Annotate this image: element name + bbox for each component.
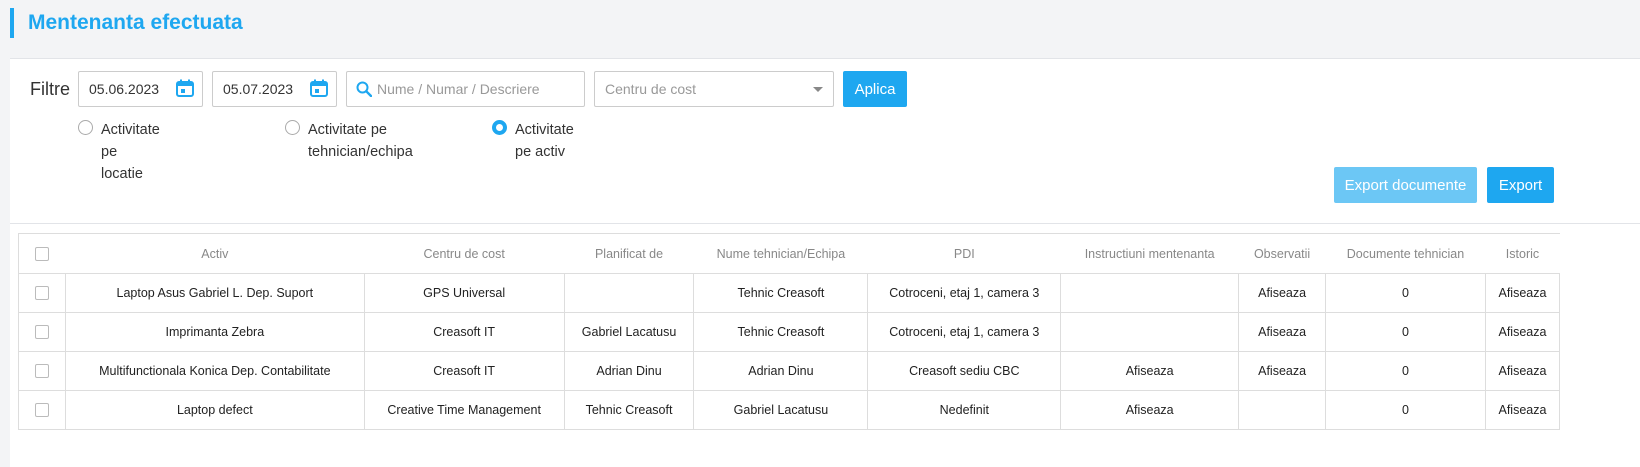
- filters-label: Filtre: [30, 79, 70, 99]
- pdi-cell: Cotroceni, etaj 1, camera 3: [867, 312, 1062, 352]
- instructions-link[interactable]: Afiseaza: [1060, 390, 1240, 430]
- cost-center-cell: GPS Universal: [363, 273, 565, 313]
- radio-label-line2: tehnician/echipa: [308, 144, 413, 160]
- table-header-row: Activ Centru de cost Planificat de Nume …: [18, 233, 1560, 274]
- technician-cell: Tehnic Creasoft: [693, 273, 869, 313]
- row-checkbox[interactable]: [34, 325, 49, 340]
- search-icon: [356, 81, 372, 97]
- history-link[interactable]: Afiseaza: [1484, 390, 1561, 430]
- instructions-link[interactable]: [1060, 273, 1240, 313]
- maintenance-table: Activ Centru de cost Planificat de Nume …: [18, 233, 1561, 430]
- radio-label: Activitate pe activ: [515, 122, 574, 160]
- export-button[interactable]: Export: [1487, 167, 1554, 203]
- column-header[interactable]: Observatii: [1238, 233, 1326, 274]
- pdi-cell: Cotroceni, etaj 1, camera 3: [867, 273, 1062, 313]
- divider: [10, 223, 1640, 224]
- documents-count-cell: 0: [1325, 312, 1486, 352]
- table-row: Multifunctionala Konica Dep. Contabilita…: [18, 351, 1561, 391]
- row-select-cell[interactable]: [18, 390, 66, 430]
- pdi-cell: Creasoft sediu CBC: [867, 351, 1062, 391]
- planned-by-cell: Tehnic Creasoft: [563, 390, 695, 430]
- radio-label: Activitate pe locatie: [101, 122, 160, 182]
- documents-count-cell: 0: [1325, 273, 1486, 313]
- row-checkbox[interactable]: [34, 286, 49, 301]
- date-from-input[interactable]: 05.06.2023: [78, 71, 203, 107]
- radio-dot-checked[interactable]: [492, 120, 507, 135]
- date-to-input[interactable]: 05.07.2023: [212, 71, 337, 107]
- row-select-cell[interactable]: [18, 351, 66, 391]
- radio-dot[interactable]: [78, 120, 93, 135]
- table-row: Laptop Asus Gabriel L. Dep. Suport GPS U…: [18, 273, 1561, 313]
- asset-link[interactable]: Laptop Asus Gabriel L. Dep. Suport: [64, 273, 365, 313]
- instructions-link[interactable]: [1060, 312, 1240, 352]
- cost-center-select[interactable]: Centru de cost: [594, 71, 834, 107]
- column-header[interactable]: Planificat de: [564, 233, 694, 274]
- column-header[interactable]: Instructiuni mentenanta: [1060, 233, 1239, 274]
- apply-button[interactable]: Aplica: [843, 71, 907, 107]
- select-all-cell[interactable]: [18, 233, 66, 274]
- observations-link[interactable]: [1238, 390, 1327, 430]
- documents-count-cell: 0: [1325, 390, 1486, 430]
- row-select-cell[interactable]: [18, 273, 66, 313]
- asset-link[interactable]: Multifunctionala Konica Dep. Contabilita…: [64, 351, 365, 391]
- cost-center-placeholder: Centru de cost: [605, 81, 697, 97]
- history-link[interactable]: Afiseaza: [1484, 351, 1561, 391]
- cost-center-cell: Creasoft IT: [363, 312, 565, 352]
- filters-panel: Filtre 05.06.2023 05.07.2023 Centru de c…: [10, 58, 1640, 467]
- table-row: Laptop defect Creative Time Management T…: [18, 390, 1561, 430]
- calendar-icon[interactable]: [310, 79, 328, 97]
- pdi-cell: Nedefinit: [867, 390, 1062, 430]
- history-link[interactable]: Afiseaza: [1484, 312, 1561, 352]
- cost-center-cell: Creative Time Management: [363, 390, 565, 430]
- asset-link[interactable]: Imprimanta Zebra: [64, 312, 365, 352]
- export-documents-button[interactable]: Export documente: [1334, 167, 1477, 203]
- history-link[interactable]: Afiseaza: [1484, 273, 1561, 313]
- column-header[interactable]: Documente tehnician: [1325, 233, 1486, 274]
- radio-dot[interactable]: [285, 120, 300, 135]
- table-row: Imprimanta Zebra Creasoft IT Gabriel Lac…: [18, 312, 1561, 352]
- planned-by-cell: Gabriel Lacatusu: [563, 312, 695, 352]
- planned-by-cell: Adrian Dinu: [563, 351, 695, 391]
- row-checkbox[interactable]: [34, 403, 49, 418]
- chevron-down-icon: [813, 87, 823, 92]
- technician-cell: Tehnic Creasoft: [693, 312, 869, 352]
- planned-by-cell: [563, 273, 695, 313]
- instructions-link[interactable]: Afiseaza: [1060, 351, 1240, 391]
- technician-cell: Adrian Dinu: [693, 351, 869, 391]
- radio-label-line1: Activitate pe: [308, 122, 387, 138]
- search-input[interactable]: [375, 73, 580, 105]
- select-all-checkbox[interactable]: [35, 246, 50, 261]
- search-field[interactable]: [346, 71, 585, 107]
- column-header[interactable]: Nume tehnician/Echipa: [693, 233, 868, 274]
- observations-link[interactable]: Afiseaza: [1238, 351, 1327, 391]
- calendar-icon[interactable]: [176, 79, 194, 97]
- technician-cell: Gabriel Lacatusu: [693, 390, 869, 430]
- cost-center-cell: Creasoft IT: [363, 351, 565, 391]
- row-checkbox[interactable]: [34, 364, 49, 379]
- documents-count-cell: 0: [1325, 351, 1486, 391]
- observations-link[interactable]: Afiseaza: [1238, 273, 1327, 313]
- column-header[interactable]: PDI: [867, 233, 1061, 274]
- column-header[interactable]: Istoric: [1485, 233, 1560, 274]
- observations-link[interactable]: Afiseaza: [1238, 312, 1327, 352]
- row-select-cell[interactable]: [18, 312, 66, 352]
- asset-link[interactable]: Laptop defect: [64, 390, 365, 430]
- radio-label: Activitate pe tehnician/echipa: [308, 119, 413, 163]
- date-from-value: 05.06.2023: [89, 81, 160, 97]
- page-title: Mentenanta efectuata: [10, 8, 243, 38]
- column-header[interactable]: Centru de cost: [364, 233, 565, 274]
- date-to-value: 05.07.2023: [223, 81, 294, 97]
- column-header[interactable]: Activ: [65, 233, 365, 274]
